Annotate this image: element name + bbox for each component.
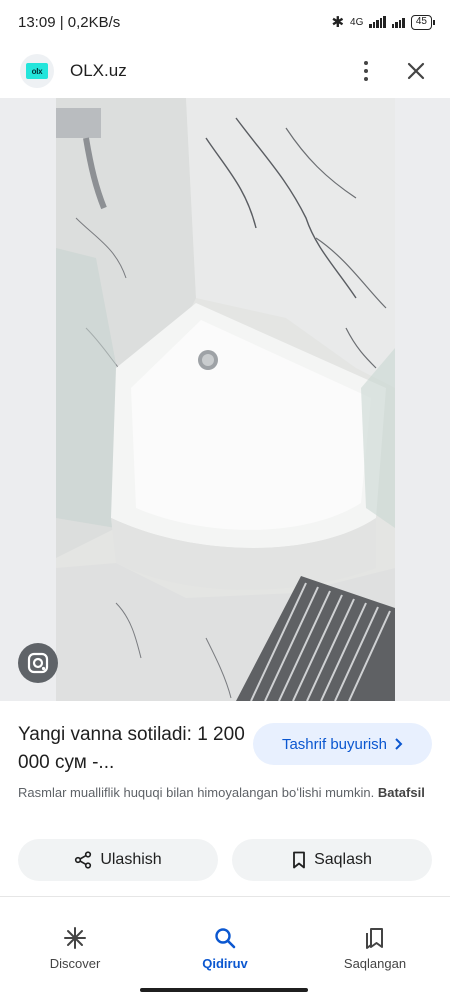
share-label: Ulashish <box>100 851 162 868</box>
share-button[interactable]: Ulashish <box>18 839 218 881</box>
result-title[interactable]: Yangi vanna sotiladi: 1 200 000 сум -... <box>18 721 246 777</box>
result-image[interactable] <box>56 98 395 701</box>
chevron-right-icon <box>395 738 403 750</box>
signal-icon-2 <box>391 16 405 28</box>
bookmark-icon <box>293 851 305 869</box>
bottom-navigation: Discover Qidiruv Saqlangan <box>0 918 450 978</box>
close-button[interactable] <box>398 53 434 89</box>
discover-icon <box>64 926 86 949</box>
header: olx OLX.uz <box>0 44 450 98</box>
notice-text: Rasmlar mualliflik huquqi bilan himoyala… <box>18 785 375 800</box>
nav-saved-label: Saqlangan <box>343 955 407 971</box>
bluetooth-icon: ✱ <box>331 14 345 31</box>
nav-search[interactable]: Qidiruv <box>150 918 300 978</box>
battery-icon: 45 <box>410 14 436 30</box>
visit-button[interactable]: Tashrif buyurish <box>253 723 432 765</box>
nav-saved[interactable]: Saqlangan <box>300 918 450 978</box>
visit-label: Tashrif buyurish <box>281 735 388 753</box>
save-label: Saqlash <box>314 851 372 868</box>
nav-discover-label: Discover <box>49 955 101 971</box>
save-button[interactable]: Saqlash <box>232 839 432 881</box>
lens-search-button[interactable] <box>18 643 58 683</box>
status-time: 13:09 | 0,2KB/s <box>18 13 121 31</box>
saved-icon <box>366 927 383 949</box>
more-options-button[interactable] <box>348 53 384 89</box>
search-icon <box>215 927 236 948</box>
copyright-notice: Rasmlar mualliflik huquqi bilan himoyala… <box>18 783 428 803</box>
nav-discover[interactable]: Discover <box>0 918 150 978</box>
more-vert-icon <box>364 61 368 81</box>
olx-logo-icon: olx <box>26 63 48 79</box>
learn-more-link[interactable]: Batafsil <box>378 785 425 800</box>
share-icon <box>75 851 92 869</box>
home-indicator[interactable] <box>140 988 308 992</box>
result-details: Yangi vanna sotiladi: 1 200 000 сум -...… <box>0 701 450 911</box>
lens-icon <box>27 652 49 674</box>
site-title: OLX.uz <box>70 61 127 80</box>
nav-search-label: Qidiruv <box>202 955 248 971</box>
divider <box>0 896 450 897</box>
network-label: 4G <box>350 16 364 28</box>
close-icon <box>407 62 425 80</box>
signal-icon <box>369 16 386 28</box>
image-preview <box>0 98 450 701</box>
status-icons: ✱ 4G 45 <box>331 13 436 31</box>
status-bar: 13:09 | 0,2KB/s ✱ 4G 45 <box>0 0 450 44</box>
site-logo: olx <box>20 54 54 88</box>
